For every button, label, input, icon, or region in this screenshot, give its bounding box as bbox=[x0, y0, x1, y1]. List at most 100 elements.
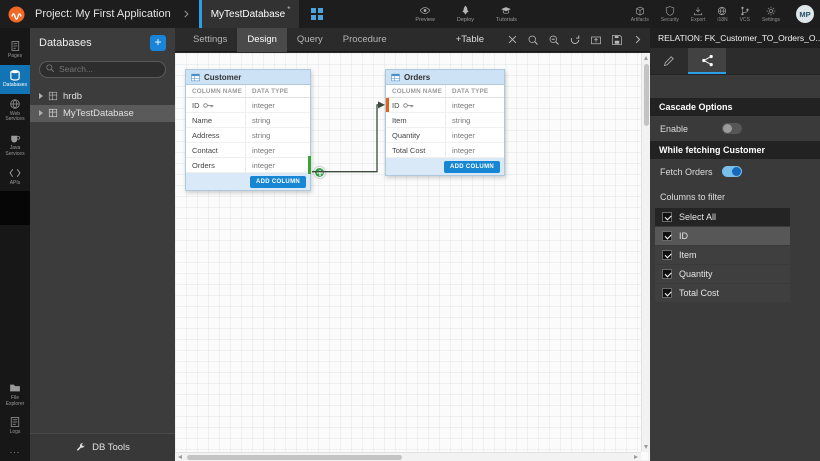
databases-sidebar: Databases + hrdb MyTestDatabase DB Tools bbox=[30, 28, 175, 461]
filter-row-select-all[interactable]: Select All bbox=[655, 208, 790, 226]
vcs-label: VCS bbox=[740, 17, 750, 23]
scroll-up-icon[interactable] bbox=[644, 56, 648, 60]
checkbox[interactable] bbox=[662, 250, 672, 260]
tab-edit-column[interactable] bbox=[650, 48, 688, 74]
db-tools-button[interactable]: DB Tools bbox=[30, 433, 175, 461]
tree-item-label: MyTestDatabase bbox=[63, 108, 134, 119]
wavemaker-logo-icon[interactable] bbox=[8, 6, 25, 23]
while-fetching-header: While fetching Customer bbox=[650, 141, 820, 159]
checkbox[interactable] bbox=[662, 269, 672, 279]
entity-header[interactable]: Orders bbox=[386, 70, 504, 85]
rail-item-web-services[interactable]: Web Services bbox=[0, 94, 30, 129]
scroll-down-icon[interactable] bbox=[644, 445, 648, 449]
rail-item-pages[interactable]: Pages bbox=[0, 36, 30, 65]
add-database-button[interactable]: + bbox=[150, 35, 166, 51]
filter-row-total-cost[interactable]: Total Cost bbox=[655, 284, 790, 302]
vertical-scrollbar[interactable] bbox=[641, 53, 650, 452]
table-row-relation-source[interactable]: Orders integer bbox=[186, 158, 310, 173]
enable-toggle[interactable] bbox=[722, 123, 742, 134]
checkbox[interactable] bbox=[662, 212, 672, 222]
preview-button[interactable]: Preview bbox=[415, 5, 435, 23]
add-column-button[interactable]: ADD COLUMN bbox=[444, 161, 500, 173]
checkbox[interactable] bbox=[662, 231, 672, 241]
tutorials-button[interactable]: Tutorials bbox=[496, 5, 517, 23]
filter-row-item[interactable]: Item bbox=[655, 246, 790, 264]
key-icon bbox=[403, 102, 414, 109]
security-button[interactable]: Security bbox=[661, 6, 679, 23]
tab-design[interactable]: Design bbox=[237, 28, 287, 52]
table-icon bbox=[391, 73, 400, 82]
table-row[interactable]: Total Cost integer bbox=[386, 143, 504, 158]
database-tab[interactable]: MyTestDatabase * bbox=[199, 0, 300, 28]
column-name-header: COLUMN NAME bbox=[386, 85, 446, 97]
deploy-button[interactable]: Deploy bbox=[457, 5, 474, 23]
rail-overflow-menu[interactable]: ... bbox=[10, 441, 21, 461]
rail-item-logs[interactable]: Logs bbox=[0, 412, 30, 441]
expand-panel-icon[interactable] bbox=[632, 34, 643, 45]
fetch-orders-toggle[interactable] bbox=[722, 166, 742, 177]
user-avatar[interactable]: MP bbox=[796, 5, 814, 23]
entity-title: Orders bbox=[404, 73, 430, 82]
relation-panel-title: RELATION: FK_Customer_TO_Orders_O... bbox=[650, 28, 820, 48]
rail-item-file-explorer[interactable]: File Explorer bbox=[0, 378, 30, 413]
search-icon[interactable] bbox=[527, 34, 539, 46]
table-row[interactable]: Address string bbox=[186, 128, 310, 143]
tab-procedure[interactable]: Procedure bbox=[333, 28, 397, 52]
filter-row-id[interactable]: ID bbox=[655, 227, 790, 245]
add-column-button[interactable]: ADD COLUMN bbox=[250, 176, 306, 188]
rail-item-databases[interactable]: Databases bbox=[0, 65, 30, 94]
scroll-left-icon[interactable] bbox=[178, 455, 182, 459]
cube-icon bbox=[635, 6, 645, 16]
tab-relation[interactable] bbox=[688, 48, 726, 74]
zoom-out-icon[interactable] bbox=[548, 34, 560, 46]
table-row[interactable]: Item string bbox=[386, 113, 504, 128]
scroll-right-icon[interactable] bbox=[634, 455, 638, 459]
tab-settings[interactable]: Settings bbox=[183, 28, 237, 52]
apps-grid-icon[interactable] bbox=[311, 8, 323, 20]
tree-item-hrdb[interactable]: hrdb bbox=[30, 88, 175, 105]
i18n-button[interactable]: i18N bbox=[717, 6, 727, 23]
rail-item-java-services[interactable]: Java Services bbox=[0, 128, 30, 163]
table-row[interactable]: Contact integer bbox=[186, 143, 310, 158]
refresh-icon[interactable] bbox=[569, 34, 581, 46]
pencil-icon bbox=[663, 55, 675, 67]
entity-orders[interactable]: Orders COLUMN NAME DATA TYPE ID integer … bbox=[385, 69, 505, 176]
filter-row-quantity[interactable]: Quantity bbox=[655, 265, 790, 283]
entity-footer: ADD COLUMN bbox=[386, 158, 504, 175]
vcs-button[interactable]: VCS bbox=[740, 6, 750, 23]
column-name: Quantity bbox=[392, 131, 420, 140]
vertical-scrollbar-thumb[interactable] bbox=[644, 64, 649, 126]
table-row[interactable]: Name string bbox=[186, 113, 310, 128]
table-row-relation-target[interactable]: ID integer bbox=[386, 98, 504, 113]
column-type: string bbox=[246, 116, 270, 125]
close-icon[interactable] bbox=[507, 34, 518, 45]
settings-button[interactable]: Settings bbox=[762, 6, 780, 23]
project-chevron-icon[interactable] bbox=[181, 9, 191, 19]
table-row[interactable]: Quantity integer bbox=[386, 128, 504, 143]
horizontal-scrollbar-thumb[interactable] bbox=[187, 455, 402, 460]
horizontal-scrollbar[interactable] bbox=[175, 452, 641, 461]
design-toolbar: Settings Design Query Procedure +Table bbox=[175, 28, 650, 52]
artifacts-button[interactable]: Artifacts bbox=[631, 6, 649, 23]
tree-item-mytestdatabase[interactable]: MyTestDatabase bbox=[30, 105, 175, 122]
export-diagram-icon[interactable] bbox=[590, 34, 602, 46]
tab-query[interactable]: Query bbox=[287, 28, 333, 52]
coffee-cup-icon bbox=[9, 132, 21, 144]
column-name: Name bbox=[192, 116, 212, 125]
add-table-button[interactable]: +Table bbox=[456, 34, 484, 45]
pages-icon bbox=[9, 40, 21, 52]
rocket-icon bbox=[460, 5, 471, 16]
er-diagram-canvas[interactable]: Customer COLUMN NAME DATA TYPE ID intege… bbox=[175, 53, 650, 461]
relation-drag-handle-icon[interactable] bbox=[314, 167, 325, 178]
table-row[interactable]: ID integer bbox=[186, 98, 310, 113]
export-button[interactable]: Export bbox=[691, 6, 705, 23]
save-icon[interactable] bbox=[611, 34, 623, 46]
entity-header[interactable]: Customer bbox=[186, 70, 310, 85]
toolbar-actions: +Table bbox=[456, 34, 650, 46]
enable-row: Enable bbox=[650, 116, 820, 141]
rail-label: Java Services bbox=[1, 146, 29, 158]
entity-customer[interactable]: Customer COLUMN NAME DATA TYPE ID intege… bbox=[185, 69, 311, 191]
search-input[interactable] bbox=[39, 61, 166, 78]
checkbox[interactable] bbox=[662, 288, 672, 298]
rail-item-apis[interactable]: APIs bbox=[0, 163, 30, 192]
